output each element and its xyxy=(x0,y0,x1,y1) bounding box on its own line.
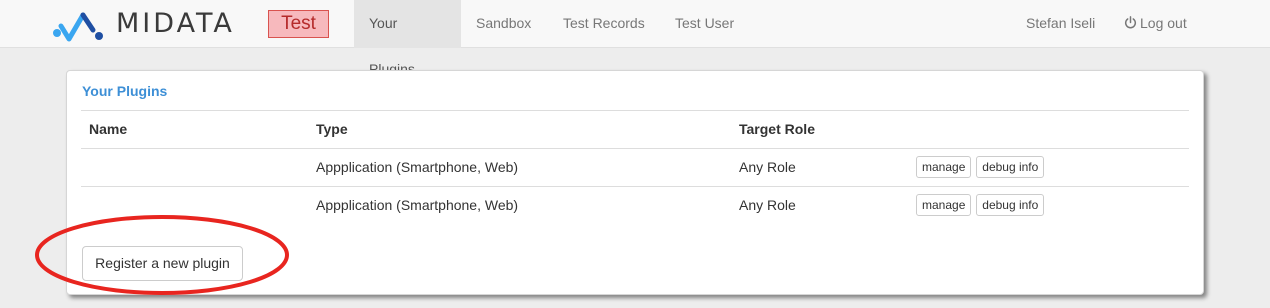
register-plugin-button[interactable]: Register a new plugin xyxy=(82,246,243,281)
column-header-name: Name xyxy=(89,121,128,137)
nav-username[interactable]: Stefan Iseli xyxy=(1011,0,1110,48)
logout-label: Log out xyxy=(1140,15,1187,31)
midata-logo-icon[interactable] xyxy=(52,8,107,42)
environment-badge: Test xyxy=(268,10,329,38)
table-header-row: Name Type Target Role xyxy=(81,111,1189,149)
manage-button[interactable]: manage xyxy=(916,194,972,216)
debug-info-button[interactable]: debug info xyxy=(976,194,1045,216)
plugin-type-cell: Appplication (Smartphone, Web) xyxy=(316,197,519,213)
row-actions: manage debug info xyxy=(916,156,1045,178)
plugin-role-cell: Any Role xyxy=(739,159,796,175)
row-actions: manage debug info xyxy=(916,194,1045,216)
plugins-table: Name Type Target Role Appplication (Smar… xyxy=(81,111,1189,225)
manage-button[interactable]: manage xyxy=(916,156,972,178)
power-icon xyxy=(1124,16,1137,29)
top-navbar: MIDATA Test Your Plugins Sandbox Test Re… xyxy=(0,0,1270,77)
nav-test-user[interactable]: Test User xyxy=(660,0,749,48)
table-row: Appplication (Smartphone, Web) Any Role … xyxy=(81,149,1189,187)
nav-sandbox[interactable]: Sandbox xyxy=(461,0,546,48)
column-header-target-role: Target Role xyxy=(739,121,815,137)
column-header-type: Type xyxy=(316,121,348,137)
table-row: Appplication (Smartphone, Web) Any Role … xyxy=(81,187,1189,225)
debug-info-button[interactable]: debug info xyxy=(976,156,1045,178)
logout-link[interactable]: Log out xyxy=(1109,0,1202,48)
plugin-role-cell: Any Role xyxy=(739,197,796,213)
nav-your-plugins[interactable]: Your Plugins xyxy=(354,0,461,77)
nav-test-records[interactable]: Test Records xyxy=(548,0,660,48)
plugin-type-cell: Appplication (Smartphone, Web) xyxy=(316,159,519,175)
panel-title: Your Plugins xyxy=(82,83,168,99)
plugins-panel: Your Plugins Name Type Target Role Apppl… xyxy=(66,70,1204,295)
brand-name[interactable]: MIDATA xyxy=(116,7,235,41)
